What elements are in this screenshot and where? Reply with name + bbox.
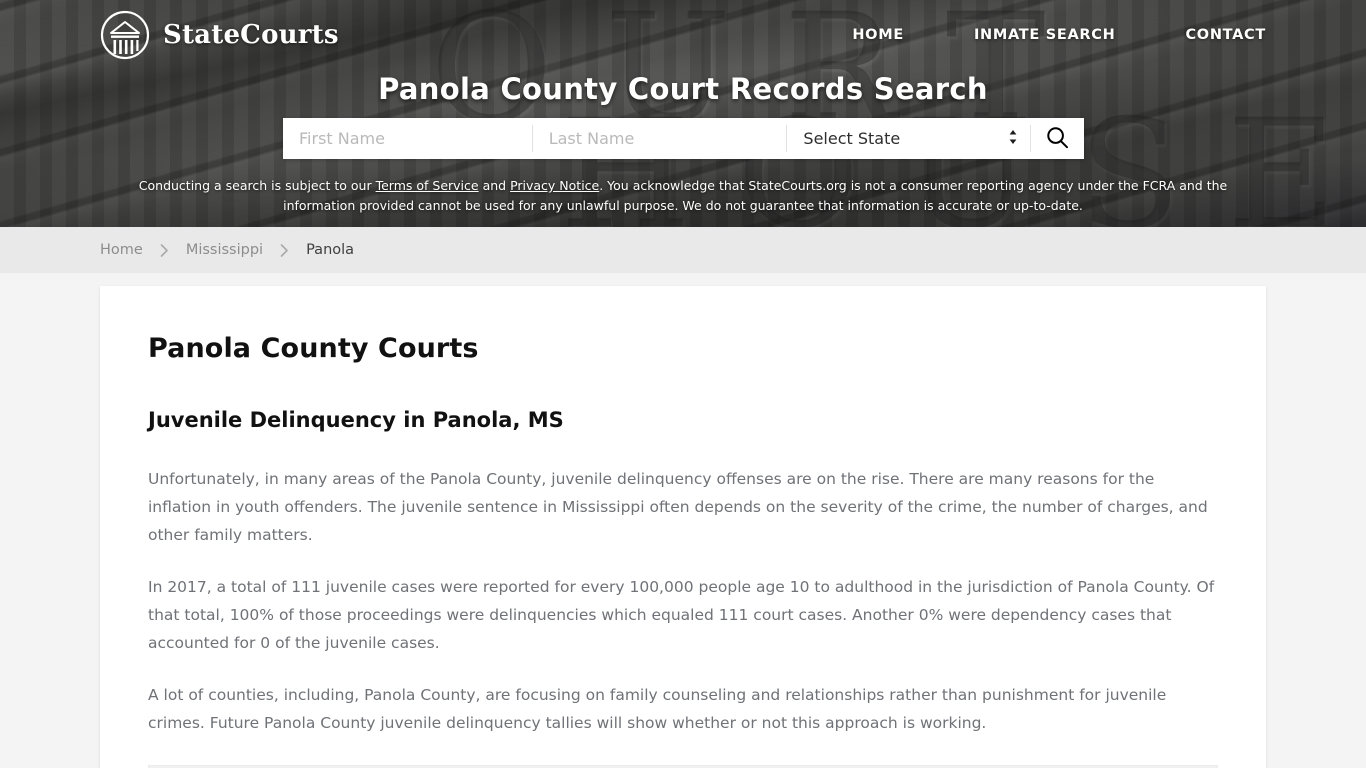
body-paragraph: In 2017, a total of 111 juvenile cases w… [148,578,1215,652]
state-select-wrapper: Select State [787,118,1031,159]
page-title: Panola County Courts [148,333,479,364]
first-name-input[interactable] [283,118,532,159]
disclaimer-text-2: and [478,178,511,193]
magnifier-icon [1046,126,1069,152]
chevron-right-icon [160,243,169,257]
courthouse-logo-icon [100,10,150,60]
body-paragraph: Unfortunately, in many areas of the Pano… [148,470,1208,544]
section-title: Juvenile Delinquency in Panola, MS [148,408,564,432]
main-navigation: HOME INMATE SEARCH CONTACT [852,27,1266,43]
terms-of-service-link[interactable]: Terms of Service [376,178,479,193]
breadcrumb: Home Mississippi Panola [100,242,354,258]
breadcrumb-item-home[interactable]: Home [100,242,143,258]
breadcrumb-item-mississippi[interactable]: Mississippi [186,242,263,258]
body-paragraph: A lot of counties, including, Panola Cou… [148,686,1167,732]
site-logo-link[interactable]: StateCourts [100,10,339,60]
site-brand-name: StateCourts [163,20,339,50]
state-select[interactable]: Select State [787,118,1031,159]
nav-item-inmate-search[interactable]: INMATE SEARCH [974,27,1116,43]
breadcrumb-item-panola: Panola [306,242,355,258]
records-search-form: Select State [283,118,1084,159]
page-content-area: Panola County Courts Juvenile Delinquenc… [0,273,1366,768]
chevron-right-icon [280,243,289,257]
privacy-notice-link[interactable]: Privacy Notice [510,178,599,193]
breadcrumb-bar: Home Mississippi Panola [0,227,1366,273]
last-name-input[interactable] [532,118,787,159]
hero-page-title: Panola County Court Records Search [378,72,988,106]
nav-item-home[interactable]: HOME [852,27,904,43]
content-card: Panola County Courts Juvenile Delinquenc… [100,286,1266,768]
search-disclaimer: Conducting a search is subject to our Te… [0,176,1366,216]
site-header-hero: OURT HOUSE StateCourts [0,0,1366,227]
search-submit-button[interactable] [1031,118,1084,159]
nav-item-contact[interactable]: CONTACT [1185,27,1266,43]
disclaimer-text-1: Conducting a search is subject to our [138,178,376,193]
top-navigation-bar: StateCourts HOME INMATE SEARCH CONTACT [0,0,1366,70]
